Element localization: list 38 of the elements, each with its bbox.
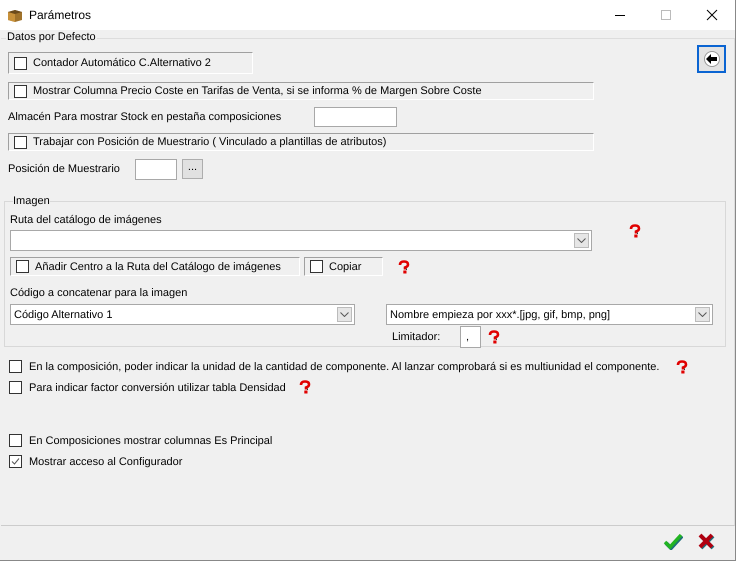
box-icon xyxy=(7,7,23,23)
field-label: Ruta del catálogo de imágenes xyxy=(10,214,162,226)
checkbox[interactable]: En la composición, poder indicar la unidad de la cantidad de componente. Al lanzar comprobará si es multiunidad el componente. xyxy=(9,360,660,373)
catalog-path-dropdown[interactable] xyxy=(10,230,592,251)
checkbox[interactable]: Copiar xyxy=(304,257,383,276)
checkbox[interactable]: Añadir Centro a la Ruta del Catálogo de imágenes xyxy=(10,257,300,276)
chevron-down-icon xyxy=(698,312,707,317)
chevron-down-icon xyxy=(340,312,349,317)
cancel-icon[interactable] xyxy=(697,532,715,550)
field-label: Limitador: xyxy=(392,331,442,343)
group-title: Datos por Defecto xyxy=(6,31,97,44)
close-icon[interactable] xyxy=(706,9,718,21)
checkbox[interactable]: En Composiciones mostrar columnas Es Principal xyxy=(9,434,272,447)
group-title: Imagen xyxy=(13,195,50,208)
code-dropdown[interactable]: Código Alternativo 1 xyxy=(10,304,355,325)
checkbox[interactable]: Mostrar Columna Precio Coste en Tarifas de Venta, si se informa % de Margen Sobre Coste xyxy=(8,82,594,100)
warehouse-field[interactable] xyxy=(314,107,398,127)
browse-button[interactable]: ... xyxy=(182,159,203,179)
help-icon[interactable] xyxy=(397,260,411,274)
checkbox[interactable]: Mostrar acceso al Configurador xyxy=(9,455,182,468)
checkmark-icon xyxy=(10,456,21,467)
help-icon[interactable] xyxy=(298,380,312,394)
check-icon[interactable] xyxy=(663,532,683,550)
field-label: Posición de Muestrario xyxy=(8,163,121,175)
window-title: Parámetros xyxy=(29,8,92,22)
checkbox[interactable]: Contador Automático C.Alternativo 2 xyxy=(8,52,253,74)
help-icon[interactable] xyxy=(628,224,642,238)
checkbox[interactable]: Para indicar factor conversión utilizar tabla Densidad xyxy=(9,381,286,394)
help-icon[interactable] xyxy=(675,360,690,374)
field-label: Almacén Para mostrar Stock en pestaña composiciones xyxy=(8,111,282,123)
chevron-down-icon xyxy=(577,238,586,243)
delimiter-field[interactable]: , xyxy=(460,326,481,348)
position-field[interactable] xyxy=(135,158,177,180)
back-button[interactable] xyxy=(697,45,726,73)
name-format-dropdown[interactable]: Nombre empieza por xxx*.[jpg, gif, bmp, png] xyxy=(386,304,713,325)
help-icon[interactable] xyxy=(487,330,501,344)
checkbox[interactable]: Trabajar con Posición de Muestrario ( Vinculado a plantillas de atributos) xyxy=(8,133,594,151)
field-label: Código a concatenar para la imagen xyxy=(10,287,188,299)
